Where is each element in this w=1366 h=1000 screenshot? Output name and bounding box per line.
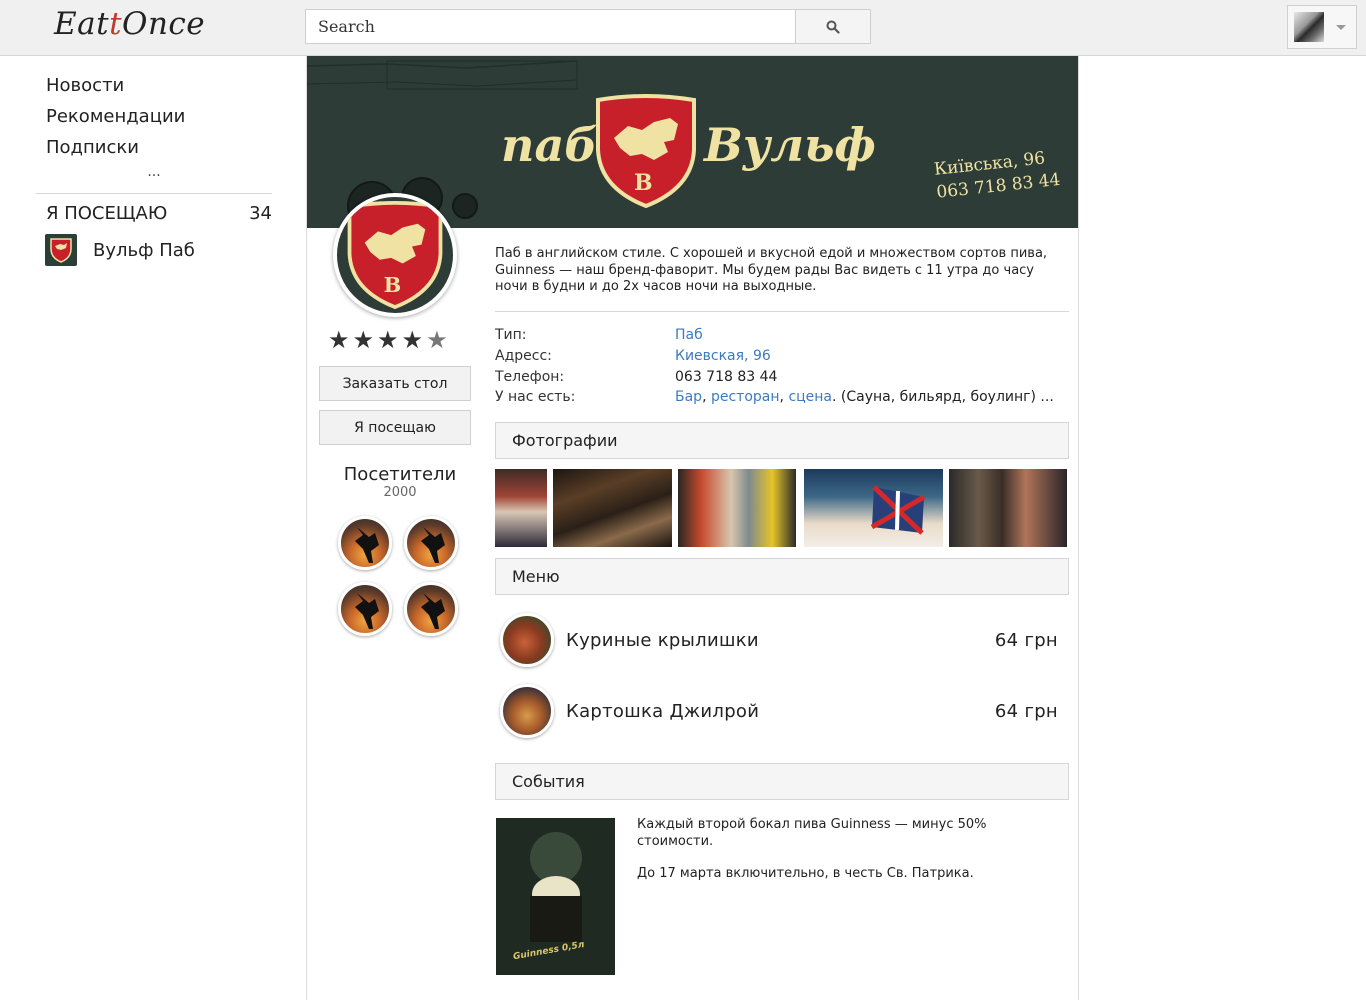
sidebar-divider (36, 193, 272, 194)
banner-word-right: Вульф (704, 118, 876, 172)
logo-part-once: Once (122, 6, 206, 42)
svg-text:B: B (634, 170, 653, 196)
visitors-title: Посетители (343, 464, 457, 485)
menu-section-header: Меню (495, 558, 1069, 595)
star-icon[interactable]: ★ (426, 328, 448, 352)
info-phone-value: 063 718 83 44 (675, 369, 778, 385)
info-address-label: Адресс: (495, 348, 552, 364)
event-text-line1: Каждый второй бокал пива Guinness — мину… (637, 817, 987, 849)
search-bar (305, 9, 871, 44)
place-thumbnail (45, 234, 77, 266)
photo-thumbnail[interactable] (804, 469, 943, 547)
menu-item-name: Куриные крылишки (566, 629, 759, 651)
banner-map-decoration (307, 60, 578, 90)
visitors-count: 2000 (383, 485, 417, 500)
svg-text:B: B (384, 272, 402, 297)
menu-item-name: Картошка Джилрой (566, 700, 760, 722)
shield-logo-icon: B (347, 201, 443, 309)
info-type-label: Тип: (495, 327, 527, 343)
photo-thumbnail[interactable] (949, 469, 1067, 547)
visiting-place-item[interactable]: Вульф Паб (36, 234, 272, 266)
photos-section-header: Фотографии (495, 422, 1069, 459)
photo-thumbnail[interactable] (553, 469, 672, 547)
app-logo[interactable]: EattOnce (54, 6, 205, 42)
star-icon[interactable]: ★ (402, 328, 424, 352)
info-divider (495, 311, 1069, 312)
star-icon[interactable]: ★ (353, 328, 375, 352)
event-description: Каждый второй бокал пива Guinness — мину… (637, 816, 1007, 882)
event-poster[interactable]: Guinness 0,5л (496, 818, 615, 975)
feature-link-bar[interactable]: Бар (675, 389, 702, 405)
reserve-table-button[interactable]: Заказать стол (319, 366, 471, 401)
info-features: Бар, ресторан, сцена. (Сауна, бильярд, б… (675, 387, 1054, 407)
info-features-label: У нас есть: (495, 389, 576, 405)
visiting-label: Я ПОСЕЩАЮ (46, 203, 168, 224)
visiting-count: 34 (249, 203, 272, 224)
search-input[interactable] (305, 9, 796, 44)
visitor-avatar[interactable] (338, 516, 392, 570)
features-rest: . (Сауна, бильярд, боулинг) ... (832, 389, 1054, 405)
dish-image (500, 613, 554, 667)
column-divider-right (1078, 56, 1079, 1000)
info-phone-label: Телефон: (495, 369, 565, 385)
venue-description: Паб в английском стиле. С хорошей и вкус… (495, 246, 1048, 294)
banner-address-block: Київська, 96 063 718 83 44 (933, 146, 1062, 205)
visitor-avatar[interactable] (404, 516, 458, 570)
sidebar-item-news[interactable]: Новости (36, 70, 272, 101)
info-address-link[interactable]: Киевская, 96 (675, 346, 771, 366)
banner-word-left: паб (501, 118, 598, 172)
feature-separator: , (702, 389, 711, 405)
menu-item-price: 64 грн (994, 629, 1058, 651)
logo-part-eat: Eat (54, 6, 110, 42)
star-icon[interactable]: ★ (377, 328, 399, 352)
star-icon[interactable]: ★ (328, 328, 350, 352)
i-visit-button[interactable]: Я посещаю (319, 410, 471, 445)
search-icon (826, 20, 840, 34)
info-type-link[interactable]: Паб (675, 325, 703, 345)
sidebar-more[interactable]: ... (36, 163, 272, 187)
visitor-avatar[interactable] (338, 582, 392, 636)
sidebar: Новости Рекомендации Подписки ... Я ПОСЕ… (36, 70, 272, 266)
banner-shield-logo: B (596, 94, 696, 208)
visitor-avatar[interactable] (404, 582, 458, 636)
feature-link-stage[interactable]: сцена (788, 389, 832, 405)
top-bar: EattOnce (0, 0, 1366, 56)
menu-item[interactable]: Картошка Джилрой 64 грн (500, 682, 1065, 740)
logo-accent-t: t (109, 6, 123, 42)
photo-thumbnail[interactable] (678, 469, 796, 547)
photo-thumbnail[interactable] (495, 469, 547, 547)
dish-image (500, 684, 554, 738)
user-menu[interactable] (1287, 5, 1357, 49)
sidebar-item-recommendations[interactable]: Рекомендации (36, 101, 272, 132)
feature-link-restaurant[interactable]: ресторан (711, 389, 780, 405)
chevron-down-icon (1336, 24, 1346, 30)
event-text-line2: До 17 марта включительно, в честь Св. Па… (637, 866, 974, 881)
visiting-header: Я ПОСЕЩАЮ 34 (36, 200, 272, 228)
avatar (1294, 12, 1324, 42)
sidebar-item-subscriptions[interactable]: Подписки (36, 132, 272, 163)
menu-item-price: 64 грн (994, 700, 1058, 722)
menu-item[interactable]: Куриные крылишки 64 грн (500, 611, 1065, 669)
events-section-header: События (495, 763, 1069, 800)
venue-profile-logo[interactable]: B (333, 193, 457, 317)
visiting-place-label: Вульф Паб (93, 239, 195, 261)
rating-stars[interactable]: ★ ★ ★ ★ ★ (328, 328, 448, 352)
search-button[interactable] (795, 9, 871, 44)
